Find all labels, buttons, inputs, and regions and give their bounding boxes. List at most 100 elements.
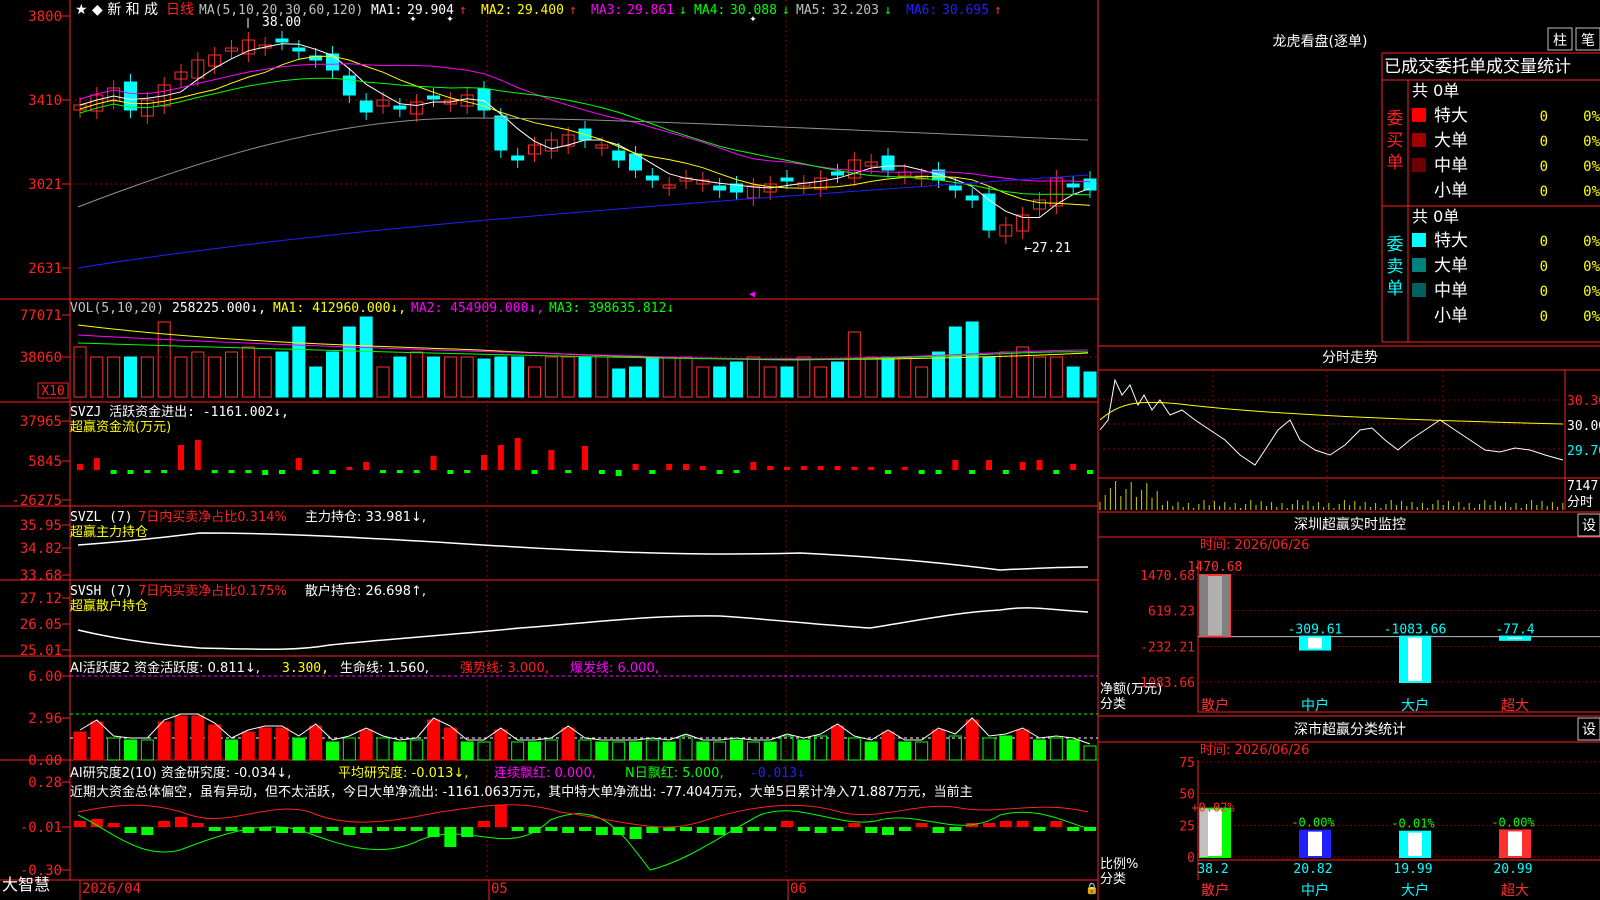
column-view-label: 柱 [1553,33,1567,49]
research-bar [444,827,457,847]
monitor-ylabel: 净额(万元) [1100,682,1162,697]
ma-value: 32.203 [832,3,879,18]
activity-bar [124,739,137,761]
cursor-marker: ◀ [749,289,755,300]
sell-side-label: 单 [1387,279,1404,299]
candle-body [612,150,626,161]
legend-swatch [1412,108,1426,122]
fund-flow-bar [885,470,891,474]
fund-flow-bar [1053,470,1060,474]
vol-ma3: MA3: 398635.812↓ [549,301,674,316]
svzj-sub: 超赢资金流(万元) [70,419,171,435]
fund-flow-bar [615,470,622,476]
research-bar [949,827,962,831]
fund-flow-bar [1070,464,1077,470]
candle-body [124,81,137,111]
fund-flow-bar [312,470,319,474]
activity-bar [965,719,979,761]
fund-flow-bar [750,462,757,470]
activity-bar [359,729,373,761]
background [0,0,1600,900]
class-category: 散户 [1201,882,1229,899]
ma-arrow: ↓ [782,3,790,18]
activity-bar [932,729,945,761]
fund-flow-bar [144,470,151,473]
x-axis-label: 05 [491,881,508,897]
dragon-heading: 已成交委托单成交量统计 [1384,57,1571,77]
research-bar [663,827,676,831]
activity-bar [999,735,1013,761]
research-bar [696,827,709,833]
research-bar [999,821,1012,827]
research-bar [175,817,187,827]
y-tick-label: 25.01 [20,643,62,659]
activity-bar [1016,729,1030,761]
class-ytick: 75 [1179,756,1195,771]
legend-swatch [1412,258,1426,272]
class-title: 深市超赢分类统计 [1294,721,1406,738]
intraday-ytick: 29.70 [1567,444,1600,459]
svzl-sub: 超赢主力持仓 [70,524,148,540]
class-change-label: -0.00% [1491,815,1535,829]
intraday-vol-label: 7147 [1567,479,1598,494]
fund-flow-bar [666,464,673,470]
class-value-label: 20.99 [1493,862,1532,877]
order-pct: 0% [1583,134,1600,150]
activity-bar [208,724,222,761]
svsh-title: SVSH (7) [70,584,133,599]
ma-arrow: ↑ [994,3,1002,18]
candle-body [477,88,491,111]
trading-screen: 3800341030212631★ ◆ 新 和 成日线 MA(5,10,20,30… [0,0,1600,900]
fund-flow-bar [649,470,656,474]
high-marker-label: 38.00 [262,15,301,30]
class-ytick: 25 [1179,819,1195,834]
research-bar [797,827,810,831]
intraday-ytick: 30.30 [1567,394,1600,409]
dragon-title: 龙虎看盘(逐单) [1273,33,1368,50]
research-bar [309,827,322,833]
activity-bar [309,725,323,761]
volume-bar [645,356,659,398]
fund-flow-bar [868,467,875,470]
order-size-label: 中单 [1434,281,1468,301]
class-settings-label: 设 [1582,722,1596,738]
research-bar [882,827,894,835]
volume-bar [713,366,727,398]
research-bar [781,821,793,827]
tick-view-label: 笔 [1581,33,1595,49]
fund-flow-bar [396,470,403,473]
volume-bar [309,366,323,398]
activity-bar [494,729,508,761]
order-pct: 0% [1583,234,1600,250]
lock-icon: 🔒 [1085,882,1099,895]
fund-flow-bar [1019,462,1026,470]
monitor-xlabel: 分类 [1100,697,1126,712]
fund-flow-bar [918,470,925,474]
monitor-bar-shade [1400,636,1408,682]
volume-bar [612,368,626,398]
svsh-sub: 超赢散户持仓 [70,598,148,614]
signal-icon: ✦ [749,11,756,25]
monitor-data-label: -1083.66 [1384,623,1447,638]
research-bar [511,827,524,831]
fund-flow-bar [178,445,184,470]
legend-swatch [1412,233,1426,247]
volume-bar [932,351,945,398]
order-count: 0 [1540,234,1548,250]
research-bar [208,827,221,831]
y-tick-label: 33.68 [20,568,62,584]
research-bar [865,827,878,833]
research-bar [831,827,844,831]
research-bar [680,827,692,831]
fund-flow-bar [1036,460,1043,470]
sell-side-label: 委 [1387,235,1404,255]
candle-body [427,95,440,100]
monitor-bar-shade [1200,575,1208,637]
period-label: 日线 [166,2,194,18]
ma-arrow: ↑ [459,3,467,18]
candle-body [645,175,659,181]
activity-bar [258,727,272,761]
fund-flow-bar [632,464,639,470]
activity-bar [292,737,306,761]
fund-flow-bar [767,466,774,470]
